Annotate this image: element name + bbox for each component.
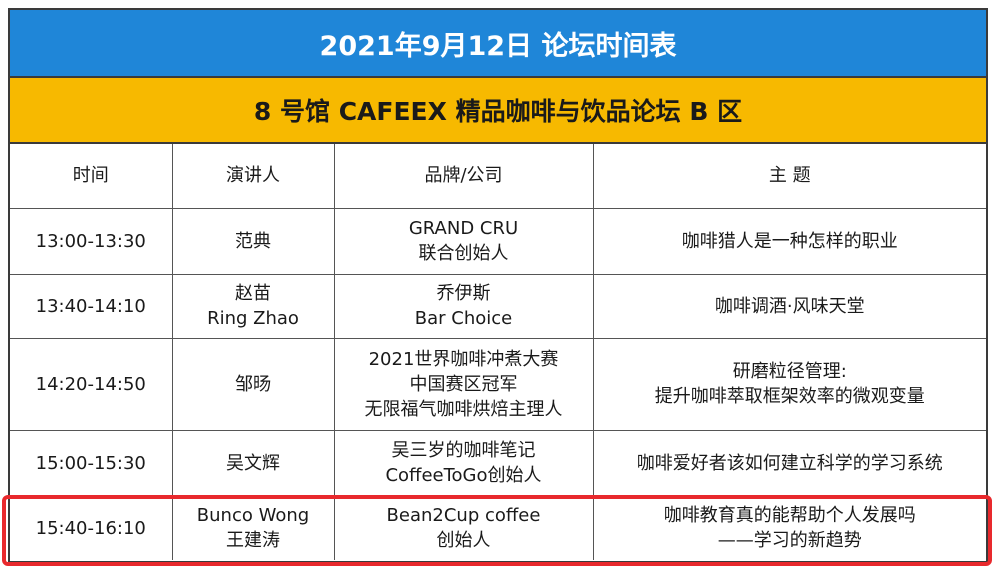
topic-line: 咖啡教育真的能帮助个人发展吗 bbox=[663, 505, 916, 527]
speaker-cell: 赵苗 Ring Zhao bbox=[171, 273, 335, 339]
company-line: 联合创始人 bbox=[418, 243, 509, 264]
topic-line: 咖啡爱好者该如何建立科学的学习系统 bbox=[636, 452, 943, 474]
header-speaker: 演讲人 bbox=[171, 144, 335, 209]
header-topic: 主 题 bbox=[592, 144, 986, 209]
topic-line: ——学习的新趋势 bbox=[717, 530, 862, 552]
speaker-line: 王建涛 bbox=[226, 530, 280, 552]
company-cell: 乔伊斯 Bar Choice bbox=[333, 273, 594, 339]
speaker-cell: 邹旸 bbox=[171, 337, 335, 431]
topic-cell: 研磨粒径管理: 提升咖啡萃取框架效率的微观变量 bbox=[592, 337, 986, 431]
topic-line: 咖啡猎人是一种怎样的职业 bbox=[681, 230, 898, 252]
company-line: 2021世界咖啡冲煮大赛 bbox=[368, 348, 559, 370]
table-row: 13:00-13:30 范典 GRAND CRU 联合创始人 咖啡猎人是一种怎样… bbox=[10, 207, 986, 275]
venue-subtitle: 8 号馆 CAFEEX 精品咖啡与饮品论坛 B 区 bbox=[10, 78, 986, 144]
speaker-line: 范典 bbox=[235, 230, 271, 252]
schedule-table: 时间 演讲人 品牌/公司 主 题 13:00-13:30 范典 GRAND CR… bbox=[10, 144, 986, 560]
time-cell: 15:40-16:10 bbox=[10, 495, 173, 560]
company-line: Bean2Cup coffee bbox=[386, 505, 541, 527]
company-line: 中国赛区冠军 bbox=[409, 373, 518, 395]
speaker-line: 吴文辉 bbox=[226, 452, 280, 474]
page-title: 2021年9月12日 论坛时间表 bbox=[10, 10, 986, 78]
company-line: 创始人 bbox=[436, 530, 491, 552]
company-line: GRAND CRU bbox=[408, 218, 519, 239]
company-cell: 吴三岁的咖啡笔记 CoffeeToGo创始人 bbox=[333, 429, 594, 497]
speaker-line: Bunco Wong bbox=[196, 505, 310, 527]
speaker-line: 邹旸 bbox=[235, 373, 271, 395]
topic-cell: 咖啡教育真的能帮助个人发展吗 ——学习的新趋势 bbox=[592, 495, 986, 560]
header-company: 品牌/公司 bbox=[333, 144, 594, 209]
topic-cell: 咖啡调酒·风味天堂 bbox=[592, 273, 986, 339]
company-cell: Bean2Cup coffee 创始人 bbox=[333, 495, 594, 560]
topic-cell: 咖啡猎人是一种怎样的职业 bbox=[592, 207, 986, 275]
speaker-cell: 吴文辉 bbox=[171, 429, 335, 497]
topic-line: 提升咖啡萃取框架效率的微观变量 bbox=[654, 386, 925, 407]
header-time: 时间 bbox=[10, 144, 173, 209]
company-line: 吴三岁的咖啡笔记 bbox=[391, 440, 536, 461]
speaker-line: Ring Zhao bbox=[207, 308, 299, 329]
schedule-sheet: 2021年9月12日 论坛时间表 8 号馆 CAFEEX 精品咖啡与饮品论坛 B… bbox=[8, 8, 988, 563]
table-row: 14:20-14:50 邹旸 2021世界咖啡冲煮大赛 中国赛区冠军 无限福气咖… bbox=[10, 337, 986, 431]
time-cell: 15:00-15:30 bbox=[10, 429, 173, 497]
company-cell: GRAND CRU 联合创始人 bbox=[333, 207, 594, 275]
company-line: Bar Choice bbox=[414, 308, 513, 329]
company-line: 无限福气咖啡烘焙主理人 bbox=[364, 398, 563, 420]
topic-line: 研磨粒径管理: bbox=[732, 361, 847, 382]
company-cell: 2021世界咖啡冲煮大赛 中国赛区冠军 无限福气咖啡烘焙主理人 bbox=[333, 337, 594, 431]
table-row-highlighted: 15:40-16:10 Bunco Wong 王建涛 Bean2Cup coff… bbox=[10, 495, 986, 560]
company-line: CoffeeToGo创始人 bbox=[385, 465, 542, 486]
topic-cell: 咖啡爱好者该如何建立科学的学习系统 bbox=[592, 429, 986, 497]
company-line: 乔伊斯 bbox=[436, 283, 491, 304]
speaker-line: 赵苗 bbox=[235, 283, 271, 304]
topic-line: 咖啡调酒·风味天堂 bbox=[714, 295, 865, 317]
time-cell: 14:20-14:50 bbox=[10, 337, 173, 431]
speaker-cell: Bunco Wong 王建涛 bbox=[171, 495, 335, 560]
table-row: 15:00-15:30 吴文辉 吴三岁的咖啡笔记 CoffeeToGo创始人 咖… bbox=[10, 429, 986, 497]
speaker-cell: 范典 bbox=[171, 207, 335, 275]
time-cell: 13:00-13:30 bbox=[10, 207, 173, 275]
table-header-row: 时间 演讲人 品牌/公司 主 题 bbox=[10, 144, 986, 209]
table-row: 13:40-14:10 赵苗 Ring Zhao 乔伊斯 Bar Choice … bbox=[10, 273, 986, 339]
time-cell: 13:40-14:10 bbox=[10, 273, 173, 339]
